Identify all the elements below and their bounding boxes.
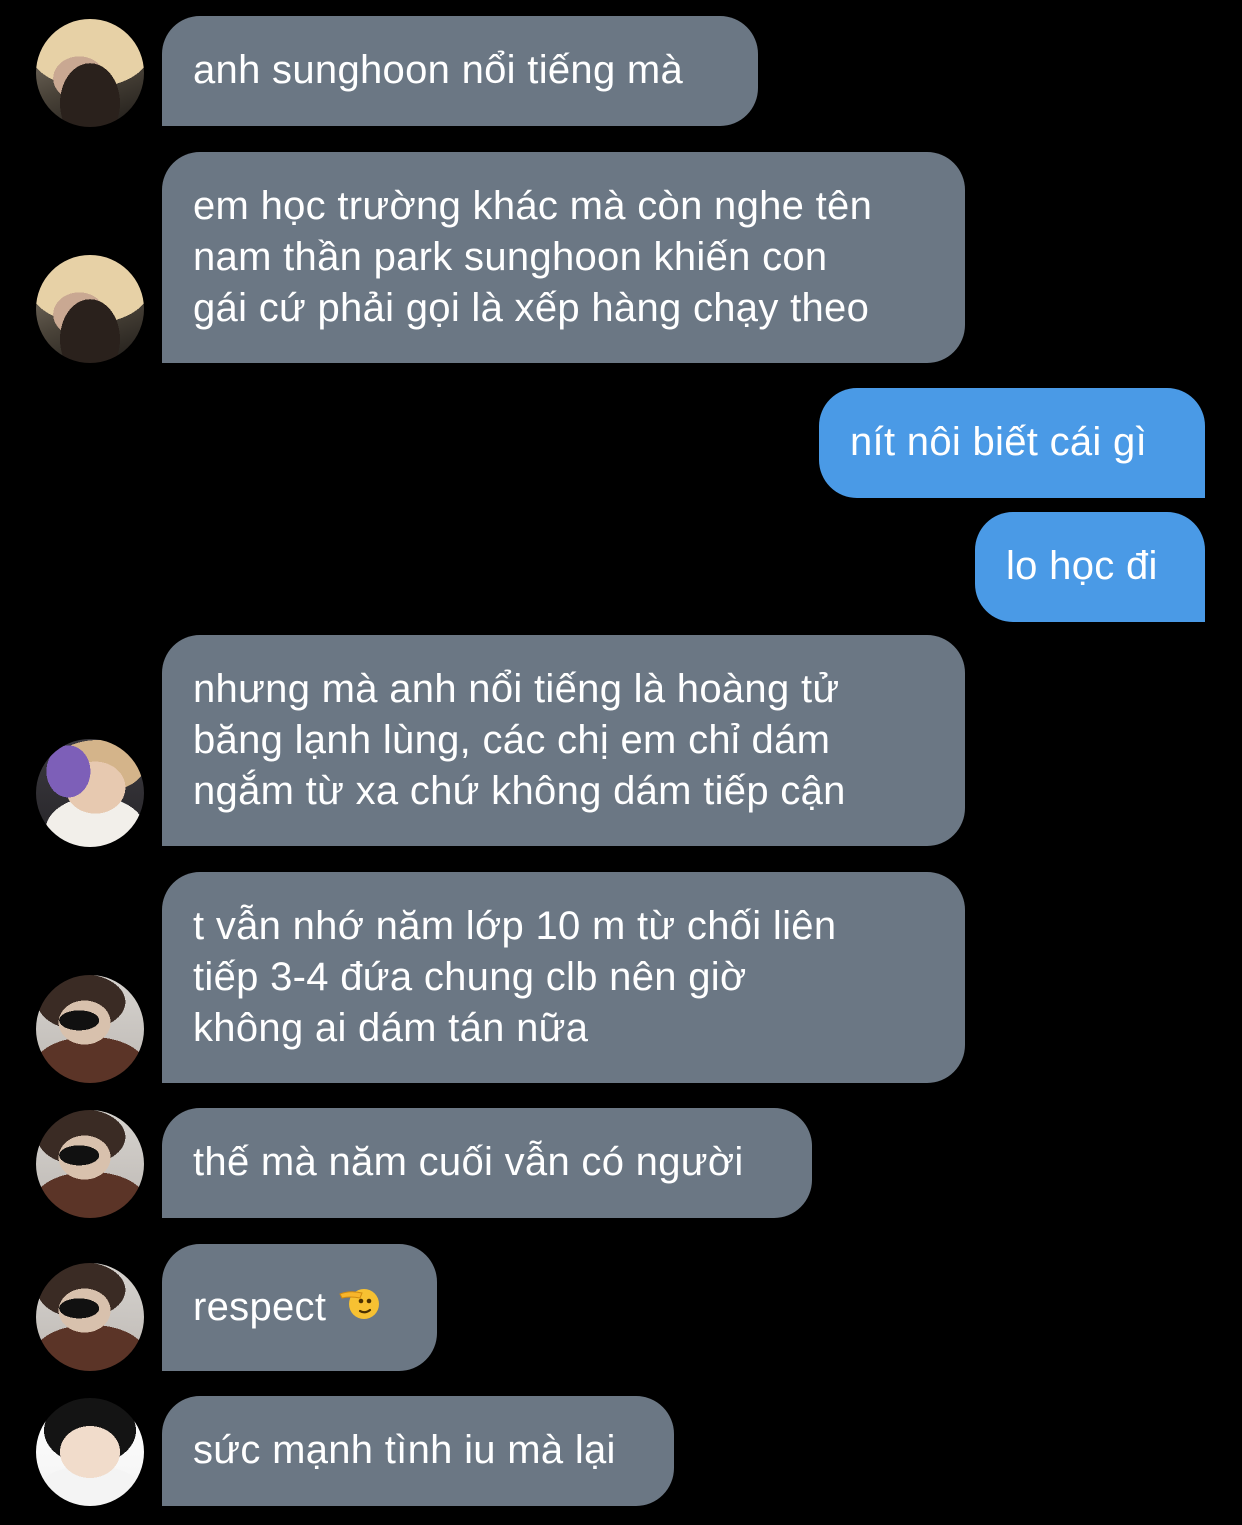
message-bubble-incoming[interactable]: respect (162, 1244, 437, 1371)
blonde-hair-avatar[interactable] (36, 19, 144, 127)
message-bubble-incoming[interactable]: anh sunghoon nổi tiếng mà (162, 16, 758, 126)
heart-hand-avatar[interactable] (36, 1398, 144, 1506)
glasses-avatar[interactable] (36, 1263, 144, 1371)
message-bubble-outgoing[interactable]: nít nôi biết cái gì (819, 388, 1205, 498)
saluting-face-icon (338, 1282, 382, 1339)
message-text: respect (193, 1285, 327, 1329)
message-bubble-incoming[interactable]: sức mạnh tình iu mà lại (162, 1396, 674, 1506)
message-bubble-incoming[interactable]: thế mà năm cuối vẫn có người (162, 1108, 812, 1218)
message-bubble-outgoing[interactable]: lo học đi (975, 512, 1205, 622)
glasses-avatar[interactable] (36, 1110, 144, 1218)
message-bubble-incoming[interactable]: t vẫn nhớ năm lớp 10 m từ chối liên tiếp… (162, 872, 965, 1083)
phone-selfie-avatar[interactable] (36, 739, 144, 847)
message-bubble-incoming[interactable]: nhưng mà anh nổi tiếng là hoàng tử băng … (162, 635, 965, 846)
message-bubble-incoming[interactable]: em học trường khác mà còn nghe tên nam t… (162, 152, 965, 363)
glasses-avatar[interactable] (36, 975, 144, 1083)
blonde-hair-avatar[interactable] (36, 255, 144, 363)
